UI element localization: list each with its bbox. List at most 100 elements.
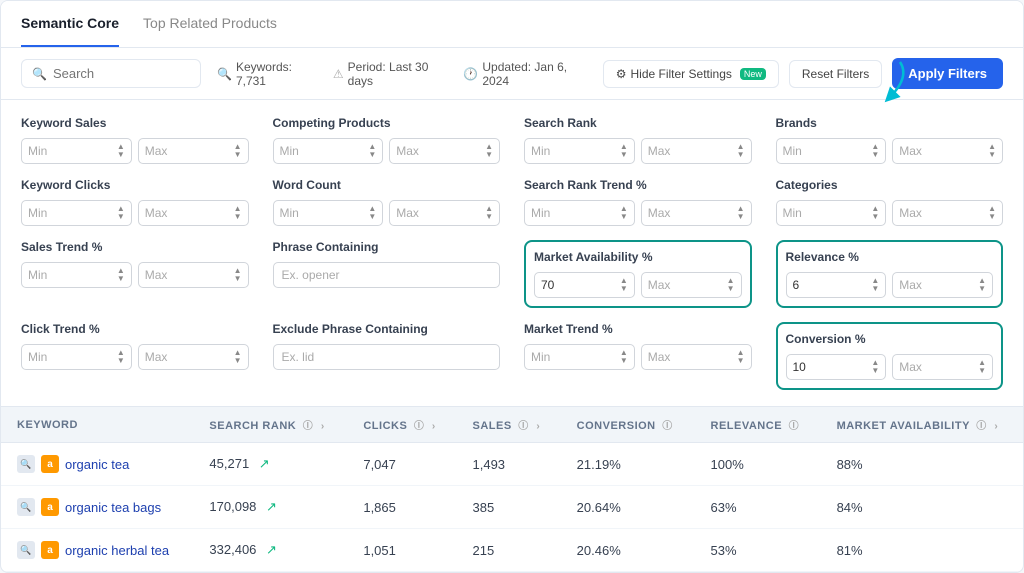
search-input[interactable] <box>53 66 173 81</box>
filter-phrase-label: Phrase Containing <box>273 240 501 254</box>
info-icon-sales: ⓘ <box>518 421 529 432</box>
hide-filter-button[interactable]: ⚙ Hide Filter Settings New <box>603 60 779 88</box>
keyword-sales-max-input[interactable] <box>145 144 232 158</box>
sales-trend-min[interactable]: ▲▼ <box>21 262 132 288</box>
market-trend-max[interactable]: ▲▼ <box>641 344 752 370</box>
competing-min-input[interactable] <box>280 144 367 158</box>
search-rank-min[interactable]: ▲▼ <box>524 138 635 164</box>
categories-min[interactable]: ▲▼ <box>776 200 887 226</box>
info-icon-conversion: ⓘ <box>662 421 673 432</box>
brands-min-input[interactable] <box>783 144 870 158</box>
relevance-min-input[interactable] <box>793 278 870 292</box>
shop-icon: 🔍 <box>17 498 35 516</box>
apply-filters-button[interactable]: Apply Filters <box>892 58 1003 89</box>
tab-semantic-core[interactable]: Semantic Core <box>21 1 119 47</box>
relevance-min[interactable]: ▲▼ <box>786 272 887 298</box>
col-conversion: CONVERSION ⓘ <box>561 407 695 443</box>
keyword-text: organic herbal tea <box>65 543 169 558</box>
search-box[interactable]: 🔍 <box>21 59 201 88</box>
col-sales[interactable]: SALES ⓘ › <box>457 407 561 443</box>
search-rank-max[interactable]: ▲▼ <box>641 138 752 164</box>
filter-brands-label: Brands <box>776 116 1004 130</box>
click-trend-max[interactable]: ▲▼ <box>138 344 249 370</box>
filter-keyword-sales-inputs: ▲▼ ▲▼ <box>21 138 249 164</box>
period-info: ⚠ Period: Last 30 days <box>333 60 448 88</box>
filter-market-trend: Market Trend % ▲▼ ▲▼ <box>524 322 752 390</box>
filter-conversion-label: Conversion % <box>786 332 994 346</box>
categories-max[interactable]: ▲▼ <box>892 200 1003 226</box>
click-trend-min[interactable]: ▲▼ <box>21 344 132 370</box>
brands-min[interactable]: ▲▼ <box>776 138 887 164</box>
conversion-max[interactable]: ▲▼ <box>892 354 993 380</box>
word-count-min[interactable]: ▲▼ <box>273 200 384 226</box>
filter-sales-trend: Sales Trend % ▲▼ ▲▼ <box>21 240 249 308</box>
exclude-phrase-select[interactable]: Ex. lid <box>273 344 501 370</box>
keyword-sales-min[interactable]: ▲▼ <box>21 138 132 164</box>
info-icon-relevance: ⓘ <box>789 421 800 432</box>
keyword-text: organic tea bags <box>65 500 161 515</box>
col-search-rank[interactable]: SEARCH RANK ⓘ › <box>193 407 347 443</box>
relevance-max-input[interactable] <box>899 278 976 292</box>
cell-keyword-1: 🔍 a organic tea bags <box>1 486 193 529</box>
shop-icon: 🔍 <box>17 541 35 559</box>
filter-search-rank-trend-label: Search Rank Trend % <box>524 178 752 192</box>
sales-trend-max[interactable]: ▲▼ <box>138 262 249 288</box>
shop-icon: 🔍 <box>17 455 35 473</box>
filter-click-trend: Click Trend % ▲▼ ▲▼ <box>21 322 249 390</box>
reset-filters-button[interactable]: Reset Filters <box>789 60 882 88</box>
keyword-clicks-min[interactable]: ▲▼ <box>21 200 132 226</box>
info-icon-search-rank: ⓘ <box>303 421 314 432</box>
info-icon-clicks: ⓘ <box>414 421 425 432</box>
cell-clicks-1: 1,865 <box>347 486 456 529</box>
filter-search-rank: Search Rank ▲▼ ▲▼ <box>524 116 752 164</box>
updated-info: 🕐 Updated: Jan 6, 2024 <box>463 60 586 88</box>
sort-icon-search-rank[interactable]: › <box>321 421 325 432</box>
filter-exclude-label: Exclude Phrase Containing <box>273 322 501 336</box>
conversion-min[interactable]: ▲▼ <box>786 354 887 380</box>
competing-min[interactable]: ▲▼ <box>273 138 384 164</box>
conversion-max-input[interactable] <box>899 360 976 374</box>
filter-keyword-sales-label: Keyword Sales <box>21 116 249 130</box>
competing-max[interactable]: ▲▼ <box>389 138 500 164</box>
conversion-min-input[interactable] <box>793 360 870 374</box>
filter-market-availability-label: Market Availability % <box>534 250 742 264</box>
phrase-containing-select[interactable]: Ex. opener <box>273 262 501 288</box>
brands-max[interactable]: ▲▼ <box>892 138 1003 164</box>
sort-icon-market[interactable]: › <box>994 421 998 432</box>
market-availability-min[interactable]: ▲▼ <box>534 272 635 298</box>
trend-up-icon: ↗ <box>259 456 270 471</box>
filter-relevance: Relevance % ▲▼ ▲▼ <box>776 240 1004 308</box>
competing-max-input[interactable] <box>396 144 483 158</box>
search-icon: 🔍 <box>32 67 47 81</box>
word-count-max[interactable]: ▲▼ <box>389 200 500 226</box>
sort-icon-clicks[interactable]: › <box>432 421 436 432</box>
search-rank-trend-min[interactable]: ▲▼ <box>524 200 635 226</box>
market-trend-min[interactable]: ▲▼ <box>524 344 635 370</box>
keyword-sales-max[interactable]: ▲▼ <box>138 138 249 164</box>
filter-search-rank-trend: Search Rank Trend % ▲▼ ▲▼ <box>524 178 752 226</box>
tab-top-related[interactable]: Top Related Products <box>143 1 277 47</box>
market-availability-max-input[interactable] <box>648 278 725 292</box>
keyword-clicks-max[interactable]: ▲▼ <box>138 200 249 226</box>
search-rank-min-input[interactable] <box>531 144 618 158</box>
filter-market-trend-label: Market Trend % <box>524 322 752 336</box>
sort-icon-sales[interactable]: › <box>536 421 540 432</box>
search-rank-max-input[interactable] <box>648 144 735 158</box>
relevance-max[interactable]: ▲▼ <box>892 272 993 298</box>
filters-section: Keyword Sales ▲▼ ▲▼ Competing Products <box>1 100 1023 407</box>
table-row: 🔍 a organic tea 45,271 ↗ 7,047 1,493 21.… <box>1 443 1023 486</box>
col-clicks[interactable]: CLICKS ⓘ › <box>347 407 456 443</box>
trend-up-icon: ↗ <box>266 499 277 514</box>
filter-phrase-containing: Phrase Containing Ex. opener <box>273 240 501 308</box>
filter-categories-label: Categories <box>776 178 1004 192</box>
new-badge: New <box>740 68 766 80</box>
filter-market-availability: Market Availability % ▲▼ ▲▼ <box>524 240 752 308</box>
search-rank-trend-max[interactable]: ▲▼ <box>641 200 752 226</box>
filter-competing-products: Competing Products ▲▼ ▲▼ <box>273 116 501 164</box>
brands-max-input[interactable] <box>899 144 986 158</box>
table-row: 🔍 a organic herbal tea 332,406 ↗ 1,051 2… <box>1 529 1023 572</box>
market-availability-min-input[interactable] <box>541 278 618 292</box>
filter-conversion: Conversion % ▲▼ ▲▼ <box>776 322 1004 390</box>
market-availability-max[interactable]: ▲▼ <box>641 272 742 298</box>
keyword-sales-min-input[interactable] <box>28 144 115 158</box>
